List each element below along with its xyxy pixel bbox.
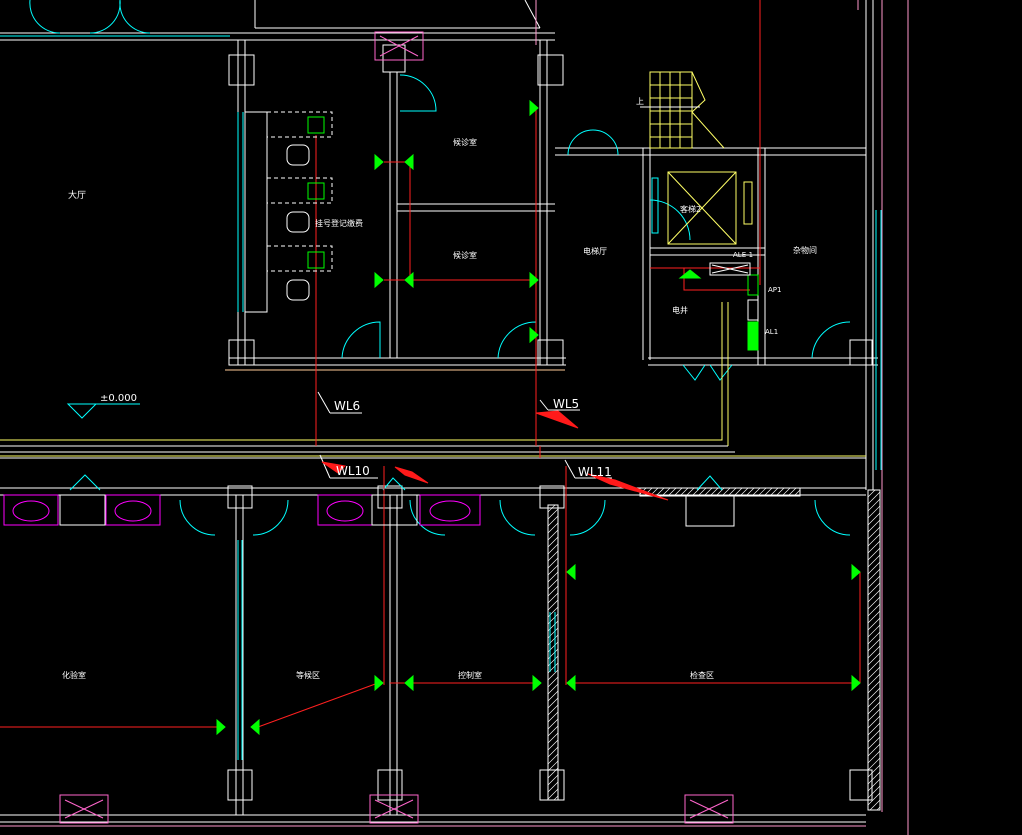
columns (227, 44, 873, 801)
hatch-line (867, 645, 881, 659)
room-register: 挂号登记缴费 (315, 218, 363, 228)
hatch-line (867, 575, 881, 589)
room-wait-1: 候诊室 (453, 137, 477, 147)
room-elevator: 客梯2 (680, 204, 701, 214)
panel-ap1: AP1 (768, 286, 781, 294)
red-wiring (0, 0, 861, 728)
hatch-line (867, 554, 881, 568)
hatch-line (867, 785, 881, 799)
hatch-line (867, 512, 881, 526)
hatch-line (867, 673, 881, 687)
hatch-line (867, 736, 881, 750)
hatch-line (867, 666, 881, 680)
hatch-line (553, 795, 559, 801)
hatch-line (867, 526, 881, 540)
hatch-line (867, 491, 881, 505)
stair (640, 71, 725, 149)
hatch-line (867, 778, 881, 792)
misc-boxes (59, 262, 759, 527)
hatch-line (867, 561, 881, 575)
arrow-wl5 (535, 410, 579, 429)
hatch-line (867, 519, 881, 533)
hatch-line (867, 589, 881, 603)
hatch-line (867, 505, 881, 519)
hatch-line (867, 498, 881, 512)
hatch-line (867, 624, 881, 638)
room-shaft: 电井 (672, 305, 688, 315)
hatch-line (867, 757, 881, 771)
circuit-wl11: WL11 (578, 465, 612, 479)
cad-floor-plan: 大厅 候诊室 候诊室 挂号登记缴费 电梯厅 客梯2 杂物间 电井 化验室 等候区… (0, 0, 909, 835)
room-hall: 大厅 (68, 189, 86, 201)
hatch-line (867, 694, 881, 708)
hatch-line (867, 708, 881, 722)
room-control: 控制室 (458, 670, 482, 680)
hatch-line (867, 631, 881, 645)
hatch-line (867, 771, 881, 785)
circuit-wl10: WL10 (336, 464, 370, 478)
room-waiting-area: 等候区 (296, 670, 320, 680)
green-fixtures (216, 99, 861, 736)
hatch-line (867, 687, 881, 701)
hatch-line (867, 540, 881, 554)
hatch-line (867, 764, 881, 778)
elevator-shaft-cyan (651, 177, 659, 234)
pink-lines (0, 0, 909, 835)
hatch-line (867, 652, 881, 666)
room-utility: 杂物间 (793, 245, 817, 255)
hatch-line (867, 680, 881, 694)
hatch-line (867, 722, 881, 736)
hatch-line (867, 610, 881, 624)
level-mark: ±0.000 (100, 393, 137, 404)
room-lab: 化验室 (62, 670, 86, 680)
hatch-line (867, 638, 881, 652)
hatch-line (867, 489, 876, 498)
panel-ale1: ALE-1 (733, 251, 753, 259)
wall-lines (0, 0, 878, 823)
hatch-line (867, 715, 881, 729)
room-inspection: 检查区 (690, 670, 714, 680)
hatch-line (867, 582, 881, 596)
room-labels: 大厅 候诊室 候诊室 挂号登记缴费 电梯厅 客梯2 杂物间 电井 化验室 等候区… (62, 97, 817, 680)
hatch-line (867, 547, 881, 561)
register-desk (244, 111, 333, 313)
hatch-line (867, 701, 881, 715)
hatch-line (867, 533, 881, 547)
hatch-line (867, 750, 881, 764)
panel-al1: AL1 (765, 328, 778, 336)
hatch-line (867, 743, 881, 757)
hatch-line (867, 617, 881, 631)
hatch-pattern (547, 487, 881, 811)
sinks (3, 494, 481, 526)
hatched-walls (547, 487, 881, 811)
circuit-wl5: WL5 (553, 397, 579, 411)
arrow-wl10-right (394, 466, 429, 484)
hatch-line (867, 659, 881, 673)
room-elevator-hall: 电梯厅 (583, 246, 607, 256)
hatch-line (867, 603, 881, 617)
level-symbol (66, 403, 140, 419)
circuit-wl6: WL6 (334, 399, 360, 413)
hatch-line (867, 568, 881, 582)
hatch-line (867, 729, 881, 743)
hatch-line (867, 792, 881, 806)
cable-tray (0, 302, 866, 457)
hatch-line (867, 596, 881, 610)
stair-label: 上 (636, 97, 644, 106)
circuit-labels: WL6 WL5 WL10 WL11 (334, 397, 612, 479)
room-wait-2: 候诊室 (453, 250, 477, 260)
